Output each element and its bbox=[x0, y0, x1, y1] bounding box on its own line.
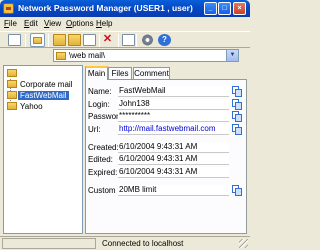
field-created: Created: 6/10/2004 9:43:31 AM bbox=[86, 142, 246, 153]
field-login: Login: John138 bbox=[86, 99, 246, 110]
toolbar-separator bbox=[136, 34, 137, 47]
tree-root[interactable] bbox=[4, 68, 82, 79]
custom1-value[interactable]: 20MB limit bbox=[118, 185, 229, 196]
status-bar: Connected to localhost bbox=[0, 236, 250, 250]
field-label: Created: bbox=[88, 143, 119, 152]
tree-item-label: Corporate mail bbox=[20, 80, 73, 89]
connection-status: Connected to localhost bbox=[102, 239, 184, 248]
folder-icon bbox=[7, 69, 17, 77]
copy-icon[interactable] bbox=[232, 99, 242, 110]
field-label: Edited: bbox=[88, 155, 113, 164]
copy-icon[interactable] bbox=[232, 86, 242, 97]
field-name: Name: FastWebMail bbox=[86, 86, 246, 97]
entry-details-panel: Name: FastWebMail Login: John138 Passwor… bbox=[85, 79, 247, 234]
folder-icon bbox=[56, 52, 66, 60]
new-entry-icon[interactable] bbox=[83, 34, 96, 46]
new-database-icon[interactable] bbox=[8, 34, 21, 46]
toolbar-separator bbox=[25, 34, 26, 47]
tab-comment[interactable]: Comment bbox=[133, 67, 170, 79]
expired-value[interactable]: 6/10/2004 9:43:31 AM bbox=[118, 167, 229, 178]
status-cell-empty bbox=[2, 238, 96, 249]
tree-item-fastwebmail[interactable]: FastWebMail bbox=[4, 90, 82, 101]
menu-edit[interactable]: Edit bbox=[24, 19, 38, 28]
name-value[interactable]: FastWebMail bbox=[118, 86, 229, 97]
open-folder-icon[interactable] bbox=[68, 34, 81, 46]
field-label: Url: bbox=[88, 125, 101, 134]
resize-grip[interactable] bbox=[239, 239, 248, 248]
app-lock-icon[interactable] bbox=[3, 3, 14, 14]
tree-item-corporate-mail[interactable]: Corporate mail bbox=[4, 79, 82, 90]
menu-file[interactable]: File bbox=[4, 19, 17, 28]
field-label: Expired: bbox=[88, 168, 118, 177]
edited-value: 6/10/2004 9:43:31 AM bbox=[118, 154, 229, 165]
password-value[interactable]: ********** bbox=[118, 111, 229, 122]
path-value: \web mail\ bbox=[69, 51, 106, 60]
field-password: Password: ********** bbox=[86, 111, 246, 122]
menu-help[interactable]: Help bbox=[96, 19, 112, 28]
toolbar-separator bbox=[48, 34, 49, 47]
tree-item-yahoo[interactable]: Yahoo bbox=[4, 101, 82, 112]
menu-options[interactable]: Options bbox=[66, 19, 94, 28]
maximize-button[interactable]: □ bbox=[218, 2, 231, 15]
folder-icon bbox=[7, 102, 17, 110]
field-expired: Expired: 6/10/2004 9:43:31 AM bbox=[86, 167, 246, 178]
created-value: 6/10/2004 9:43:31 AM bbox=[118, 142, 229, 153]
field-label: Name: bbox=[88, 87, 112, 96]
url-link[interactable]: http://mail.fastwebmail.com bbox=[118, 124, 229, 135]
tree-item-label: FastWebMail bbox=[18, 91, 69, 100]
settings-gear-icon[interactable] bbox=[141, 34, 154, 46]
address-bar: \web mail\ ▼ bbox=[0, 48, 250, 64]
properties-icon[interactable] bbox=[122, 34, 135, 46]
copy-icon[interactable] bbox=[232, 111, 242, 122]
toolbar: ✕ ? bbox=[0, 31, 250, 48]
copy-icon[interactable] bbox=[232, 185, 242, 196]
menu-view[interactable]: View bbox=[44, 19, 61, 28]
toolbar-separator bbox=[118, 34, 119, 47]
window-title: Network Password Manager (USER1 , user) bbox=[18, 3, 193, 13]
copy-icon[interactable] bbox=[232, 124, 242, 135]
folder-tree[interactable]: Corporate mail FastWebMail Yahoo bbox=[3, 65, 83, 234]
chevron-down-icon[interactable]: ▼ bbox=[226, 50, 238, 61]
close-button[interactable]: × bbox=[233, 2, 246, 15]
folder-icon bbox=[7, 91, 17, 99]
tab-files[interactable]: Files bbox=[108, 67, 132, 79]
field-label: Login: bbox=[88, 100, 110, 109]
path-combobox[interactable]: \web mail\ ▼ bbox=[53, 49, 239, 62]
tab-main[interactable]: Main bbox=[85, 66, 108, 80]
tab-strip: Main Files Comment bbox=[85, 66, 247, 80]
field-edited: Edited: 6/10/2004 9:43:31 AM bbox=[86, 154, 246, 165]
menu-bar: File Edit View Options Help bbox=[0, 17, 250, 30]
tree-item-label: Yahoo bbox=[20, 102, 43, 111]
app-window: Network Password Manager (USER1 , user) … bbox=[0, 0, 250, 250]
title-bar[interactable]: Network Password Manager (USER1 , user) … bbox=[0, 0, 250, 17]
login-value[interactable]: John138 bbox=[118, 99, 229, 110]
field-url: Url: http://mail.fastwebmail.com bbox=[86, 124, 246, 135]
toolbar-separator bbox=[99, 34, 100, 47]
help-icon[interactable]: ? bbox=[158, 34, 171, 46]
folder-icon bbox=[7, 80, 17, 88]
new-folder-icon[interactable] bbox=[53, 34, 66, 46]
delete-icon[interactable]: ✕ bbox=[101, 34, 114, 46]
minimize-button[interactable]: _ bbox=[204, 2, 217, 15]
field-custom1: Custom 1: 20MB limit bbox=[86, 185, 246, 196]
tree-view-toggle-icon[interactable] bbox=[30, 33, 45, 47]
